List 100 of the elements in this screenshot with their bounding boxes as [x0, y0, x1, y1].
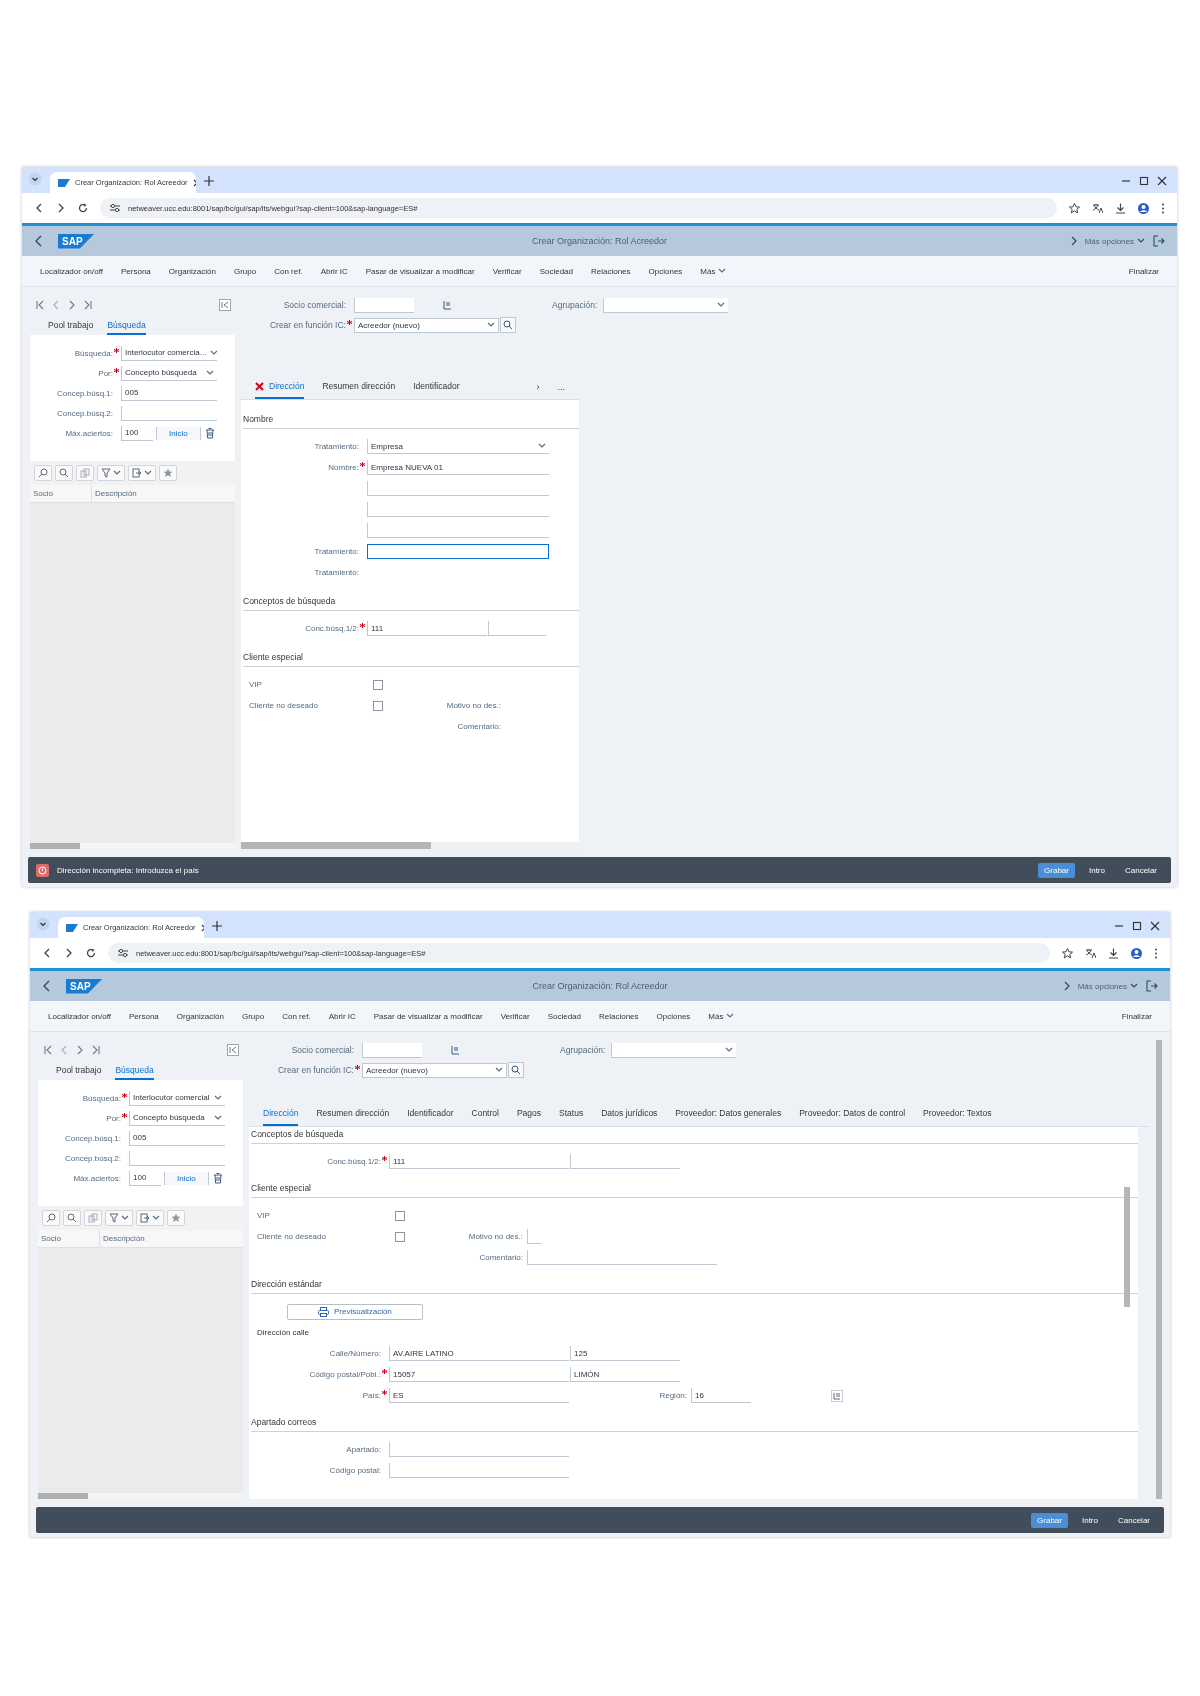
download-icon[interactable] [1115, 202, 1126, 214]
tab[interactable]: Pagos [516, 1102, 542, 1126]
tab[interactable]: Resumen dirección [316, 1102, 390, 1126]
dropdown[interactable]: Interlocutor comercial [129, 1090, 225, 1106]
toolbar-button[interactable]: Más [692, 263, 735, 279]
scroll-tabs-button[interactable]: › [536, 382, 540, 392]
footer-button[interactable]: Cancelar [1112, 1512, 1156, 1528]
back-icon[interactable] [34, 235, 44, 247]
tool-button[interactable] [97, 465, 125, 481]
finish-button[interactable]: Finalizar [1120, 263, 1167, 279]
checkbox[interactable] [395, 1210, 405, 1221]
text-field[interactable]: 005 [121, 385, 217, 401]
text-field[interactable]: 111 [367, 621, 487, 636]
toolbar-button[interactable]: Relaciones [591, 1008, 647, 1024]
finish-button[interactable]: Finalizar [1113, 1008, 1160, 1024]
text-field[interactable]: 16 [691, 1388, 751, 1403]
column-header[interactable]: Socio [38, 1230, 100, 1247]
toolbar-button[interactable]: Grupo [233, 1008, 273, 1024]
translate-icon[interactable] [1092, 202, 1103, 214]
toolbar-button[interactable]: Verificar [484, 263, 530, 279]
tab[interactable]: Proveedor: Textos [923, 1102, 992, 1126]
footer-button[interactable]: Intro [1075, 1512, 1104, 1528]
dropdown[interactable]: Interlocutor comercia... [121, 345, 217, 361]
collapse-icon[interactable] [227, 1044, 239, 1056]
collapse-icon[interactable] [219, 299, 231, 311]
forward-icon[interactable] [64, 948, 74, 958]
scrollbar[interactable] [1156, 1040, 1162, 1499]
toolbar-button[interactable]: Abrir IC [320, 1008, 364, 1024]
back-icon[interactable] [42, 980, 52, 992]
text-field[interactable]: ES [389, 1388, 569, 1403]
text-field[interactable]: Empresa NUEVA 01 [367, 460, 549, 475]
text-field[interactable]: 005 [129, 1130, 225, 1146]
tab-list-icon[interactable] [36, 917, 50, 931]
checkbox[interactable] [395, 1231, 405, 1242]
exit-icon[interactable] [1153, 235, 1165, 247]
dropdown[interactable]: Empresa [367, 439, 549, 454]
toolbar-button[interactable]: Opciones [648, 1008, 699, 1024]
text-field[interactable] [367, 544, 549, 559]
site-settings-icon[interactable] [110, 203, 120, 213]
checkbox[interactable] [373, 679, 383, 690]
profile-icon[interactable] [1131, 947, 1142, 959]
text-field[interactable]: 125 [570, 1346, 680, 1361]
text-field[interactable]: 100 [129, 1170, 161, 1186]
star-icon[interactable] [1069, 202, 1080, 214]
tool-button[interactable] [55, 465, 73, 481]
tab[interactable]: Pool trabajo [48, 317, 94, 335]
new-tab-icon[interactable] [204, 176, 214, 186]
back-icon[interactable] [34, 203, 44, 213]
tool-button[interactable] [34, 465, 52, 481]
last-page-icon[interactable] [90, 1044, 102, 1056]
toolbar-button[interactable]: Localizador on/off [32, 263, 111, 279]
search-button[interactable] [508, 1062, 524, 1078]
back-icon[interactable] [42, 948, 52, 958]
toolbar-button[interactable]: Localizador on/off [40, 1008, 119, 1024]
text-field[interactable]: AV.AIRE LATINO [389, 1346, 569, 1361]
user-menu[interactable]: Más opciones [1077, 981, 1138, 991]
dropdown[interactable]: Acreedor (nuevo) [362, 1062, 507, 1078]
toolbar-button[interactable]: Organización [160, 263, 224, 279]
toolbar-button[interactable]: Pasar de visualizar a modificar [357, 263, 483, 279]
toolbar-button[interactable]: Verificar [492, 1008, 538, 1024]
scrollbar[interactable] [1124, 1187, 1130, 1307]
checkbox[interactable] [373, 700, 383, 711]
toolbar-button[interactable]: Sociedad [539, 1008, 589, 1024]
dropdown[interactable]: Concepto búsqueda [121, 365, 217, 381]
scrollbar[interactable] [30, 843, 235, 849]
site-settings-icon[interactable] [118, 948, 128, 958]
text-field[interactable]: 111 [389, 1154, 569, 1169]
reload-icon[interactable] [86, 948, 96, 958]
tab[interactable]: Control [471, 1102, 499, 1126]
translate-icon[interactable] [1085, 947, 1096, 959]
forward-icon[interactable] [56, 203, 66, 213]
dropdown[interactable]: Acreedor (nuevo) [354, 317, 499, 333]
exit-icon[interactable] [1146, 980, 1158, 992]
toolbar-button[interactable]: Persona [121, 1008, 167, 1024]
tab[interactable]: Proveedor: Datos de control [799, 1102, 906, 1126]
tool-button[interactable] [167, 1210, 185, 1226]
toolbar-button[interactable]: Pasar de visualizar a modificar [365, 1008, 491, 1024]
tab[interactable]: Proveedor: Datos generales [675, 1102, 782, 1126]
tool-button[interactable] [63, 1210, 81, 1226]
profile-icon[interactable] [1138, 202, 1149, 214]
maximize-icon[interactable] [1139, 176, 1149, 186]
download-icon[interactable] [1108, 947, 1119, 959]
column-header[interactable]: Descripción [100, 1230, 148, 1247]
maximize-icon[interactable] [1132, 921, 1142, 931]
delete-icon[interactable] [212, 1172, 223, 1184]
tool-button[interactable] [136, 1210, 164, 1226]
toolbar-button[interactable]: Persona [113, 263, 159, 279]
reload-icon[interactable] [78, 203, 88, 213]
tool-button[interactable] [128, 465, 156, 481]
tab[interactable]: Identificador [413, 375, 460, 399]
toolbar-button[interactable]: Con ref. [274, 1008, 319, 1024]
text-field[interactable] [362, 1042, 422, 1058]
column-header[interactable]: Descripción [92, 485, 140, 502]
search-button[interactable] [500, 317, 516, 333]
start-button[interactable]: Inicio [164, 1171, 209, 1185]
first-page-icon[interactable] [34, 299, 46, 311]
last-page-icon[interactable] [82, 299, 94, 311]
tab-list-icon[interactable] [28, 172, 42, 186]
tool-button[interactable] [105, 1210, 133, 1226]
new-tab-icon[interactable] [212, 921, 222, 931]
